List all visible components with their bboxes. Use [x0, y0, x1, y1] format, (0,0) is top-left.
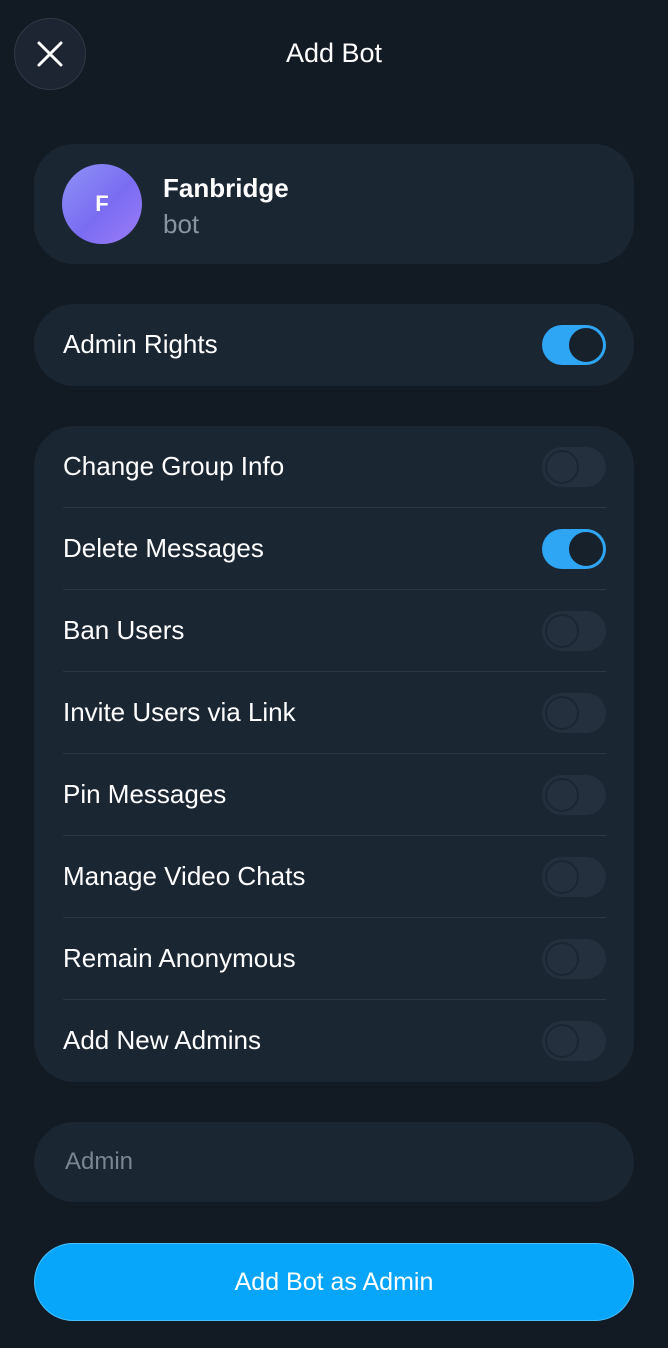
page-title: Add Bot: [285, 38, 383, 68]
permission-label: Change Group Info: [63, 451, 285, 481]
permission-row-invite-users: Invite Users via Link: [34, 672, 634, 754]
toggle-knob: [545, 942, 579, 976]
permission-row-ban-users: Ban Users: [34, 590, 634, 672]
header: Add Bot: [0, 0, 668, 110]
permission-label: Remain Anonymous: [63, 943, 296, 973]
admin-rights-toggle[interactable]: [542, 325, 606, 365]
add-new-admins-toggle[interactable]: [542, 1021, 606, 1061]
toggle-knob: [569, 532, 603, 566]
permission-row-pin-messages: Pin Messages: [34, 754, 634, 836]
bot-subtitle: bot: [163, 209, 200, 239]
admin-rights-label: Admin Rights: [63, 329, 218, 359]
manage-video-chats-toggle[interactable]: [542, 857, 606, 897]
bot-name: Fanbridge: [163, 173, 289, 203]
permissions-card: Change Group Info Delete Messages Ban Us…: [34, 426, 634, 1082]
add-bot-screen: Add Bot F Fanbridge bot Admin Rights Cha…: [0, 0, 668, 1348]
avatar-letter: F: [95, 191, 109, 216]
change-group-info-toggle[interactable]: [542, 447, 606, 487]
permission-label: Invite Users via Link: [63, 697, 296, 727]
admin-rights-card: Admin Rights: [34, 304, 634, 386]
pin-messages-toggle[interactable]: [542, 775, 606, 815]
ban-users-toggle[interactable]: [542, 611, 606, 651]
toggle-knob: [545, 696, 579, 730]
toggle-knob: [545, 450, 579, 484]
permission-label: Ban Users: [63, 615, 185, 645]
permission-row-remain-anonymous: Remain Anonymous: [34, 918, 634, 1000]
toggle-knob: [545, 1024, 579, 1058]
add-bot-as-admin-button[interactable]: Add Bot as Admin: [34, 1243, 634, 1321]
remain-anonymous-toggle[interactable]: [542, 939, 606, 979]
bot-info-card: F Fanbridge bot: [34, 144, 634, 264]
permission-label: Delete Messages: [63, 533, 264, 563]
permission-row-manage-video-chats: Manage Video Chats: [34, 836, 634, 918]
toggle-knob: [545, 860, 579, 894]
permission-label: Add New Admins: [63, 1025, 261, 1055]
permission-label: Pin Messages: [63, 779, 227, 809]
permission-row-delete-messages: Delete Messages: [34, 508, 634, 590]
delete-messages-toggle[interactable]: [542, 529, 606, 569]
custom-title-input[interactable]: [34, 1122, 634, 1202]
toggle-knob: [545, 778, 579, 812]
avatar: F: [62, 164, 142, 244]
toggle-knob: [569, 328, 603, 362]
invite-users-toggle[interactable]: [542, 693, 606, 733]
permission-label: Manage Video Chats: [63, 861, 306, 891]
permission-row-add-new-admins: Add New Admins: [34, 1000, 634, 1082]
permission-row-change-group-info: Change Group Info: [34, 426, 634, 508]
toggle-knob: [545, 614, 579, 648]
